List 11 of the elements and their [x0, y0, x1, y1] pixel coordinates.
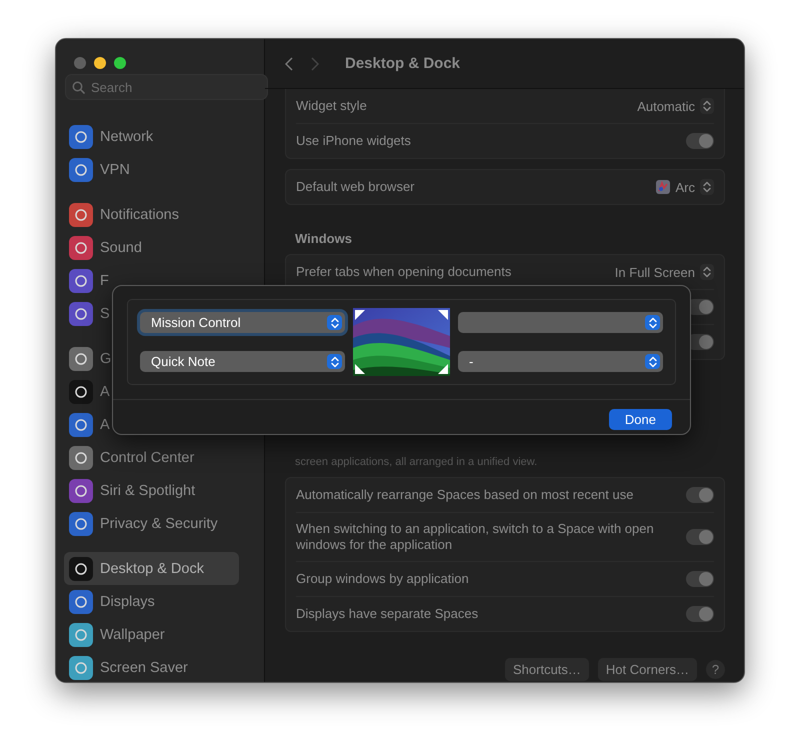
setting-label: Widget style — [296, 98, 367, 114]
setting-label: Group windows by application — [296, 571, 469, 587]
section-heading: Windows — [295, 231, 353, 246]
setting-label: Automatically rearrange Spaces based on most recent use — [296, 487, 634, 503]
setting-label: Displays have separate Spaces — [296, 606, 478, 622]
setting-label: Use iPhone widgets — [296, 133, 411, 149]
section-description: screen applications, all arranged in a unified view. — [295, 456, 538, 468]
setting-label: Default web browser — [296, 179, 414, 195]
setting-label: When switching to an application, switch to a Space with open windows for the application — [296, 521, 655, 553]
window-title: Desktop & Dock — [345, 55, 460, 72]
setting-label: Prefer tabs when opening documents — [296, 264, 512, 280]
